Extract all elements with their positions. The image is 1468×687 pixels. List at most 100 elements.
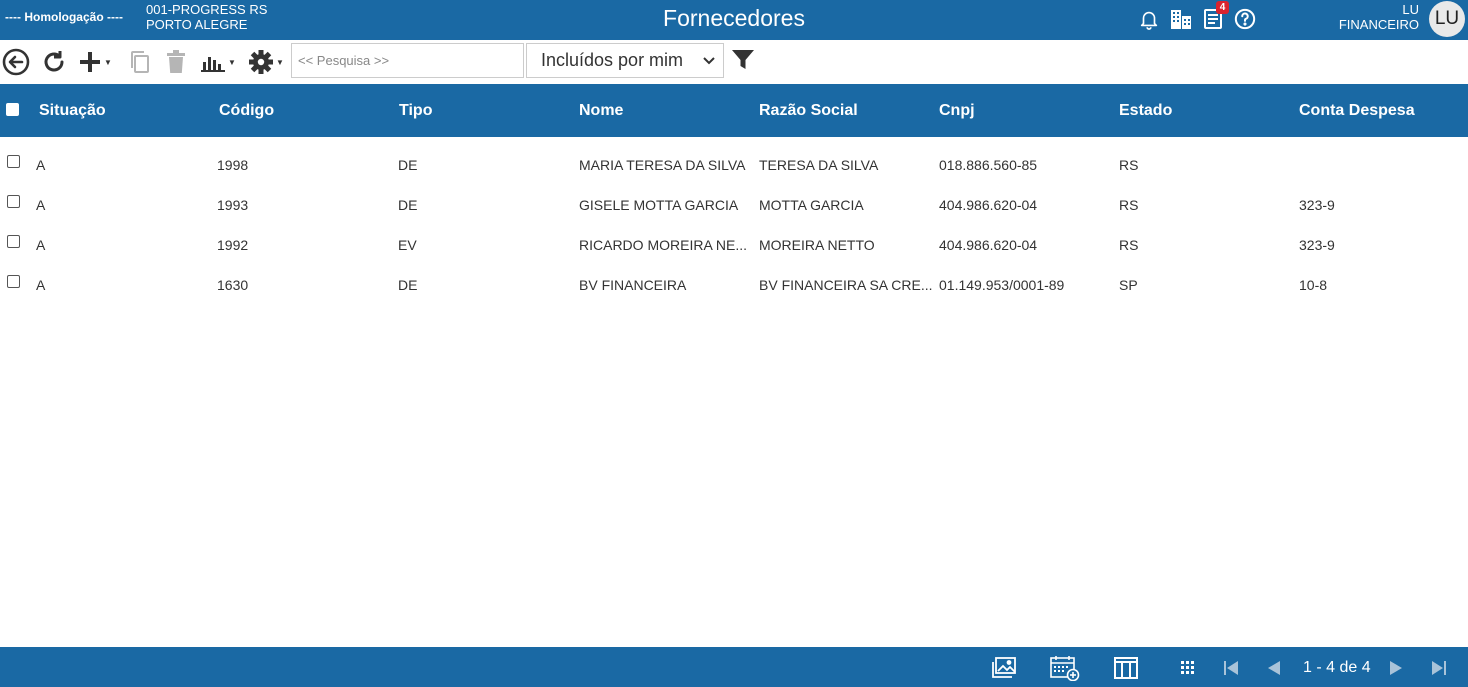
trash-icon <box>167 50 185 73</box>
column-header-estado[interactable]: Estado <box>1119 102 1172 120</box>
filter-select-value: Incluídos por mim <box>541 50 684 70</box>
user-role: FINANCEIRO <box>1338 17 1419 32</box>
table-row[interactable]: A 1993 DE GISELE MOTTA GARCIA MOTTA GARC… <box>0 183 1468 223</box>
prev-page-button[interactable] <box>1268 656 1280 680</box>
header-actions: 4 <box>1136 1 1258 32</box>
images-button[interactable] <box>991 656 1017 680</box>
row-checkbox[interactable] <box>7 195 20 208</box>
cell-codigo: 1993 <box>217 197 249 213</box>
first-page-button[interactable] <box>1224 656 1238 680</box>
cell-nome: RICARDO MOREIRA NE... <box>579 237 748 253</box>
buildings-icon[interactable] <box>1168 6 1194 32</box>
cell-situacao: A <box>36 157 46 173</box>
column-header-codigo[interactable]: Código <box>219 102 274 120</box>
cell-conta-despesa: 10-8 <box>1299 277 1328 293</box>
company-city: PORTO ALEGRE <box>146 17 248 32</box>
copy-button[interactable] <box>129 47 151 77</box>
row-checkbox[interactable] <box>7 275 20 288</box>
cell-razao-social: BV FINANCEIRA SA CRE... <box>759 277 933 293</box>
row-checkbox[interactable] <box>7 235 20 248</box>
columns-button[interactable] <box>1114 656 1138 680</box>
grid-icon <box>1181 661 1194 674</box>
user-info[interactable]: LU FINANCEIRO <box>1339 2 1419 32</box>
document-icon[interactable]: 4 <box>1200 1 1229 32</box>
toolbar: ▼ ▼ ▼ << Pesquisa >> Incluídos por mim <box>0 40 1468 84</box>
plus-icon <box>80 52 100 72</box>
last-page-icon <box>1432 661 1446 675</box>
cell-cnpj: 404.986.620-04 <box>939 197 1038 213</box>
company-info[interactable]: 001-PROGRESS RS PORTO ALEGRE <box>146 2 267 32</box>
cell-codigo: 1998 <box>217 157 249 173</box>
bell-icon[interactable] <box>1136 6 1162 32</box>
table-row[interactable]: A 1992 EV RICARDO MOREIRA NE... MOREIRA … <box>0 223 1468 263</box>
cell-tipo: DE <box>398 197 418 213</box>
calendar-add-icon <box>1050 656 1080 681</box>
cell-nome: BV FINANCEIRA <box>579 277 687 293</box>
next-page-button[interactable] <box>1390 656 1402 680</box>
delete-button[interactable] <box>165 47 187 77</box>
avatar[interactable]: LU <box>1429 1 1465 37</box>
cell-tipo: DE <box>398 157 418 173</box>
cell-estado: RS <box>1119 157 1139 173</box>
report-button[interactable]: ▼ <box>200 47 236 77</box>
settings-button[interactable]: ▼ <box>248 47 284 77</box>
column-header-cnpj[interactable]: Cnpj <box>939 102 975 120</box>
cell-cnpj: 404.986.620-04 <box>939 237 1038 253</box>
cell-codigo: 1992 <box>217 237 249 253</box>
app-header: ---- Homologação ---- 001-PROGRESS RS PO… <box>0 0 1468 40</box>
pagination-status: 1 - 4 de 4 <box>1303 659 1371 676</box>
calendar-add-button[interactable] <box>1050 656 1080 681</box>
add-button[interactable]: ▼ <box>78 47 112 77</box>
filter-select[interactable]: Incluídos por mim <box>526 43 724 78</box>
prev-page-icon <box>1268 661 1280 675</box>
cell-situacao: A <box>36 237 46 253</box>
images-icon <box>992 657 1016 678</box>
table-header: Situação Código Tipo Nome Razão Social C… <box>0 84 1468 137</box>
user-name: LU <box>1402 2 1419 17</box>
cell-razao-social: MOTTA GARCIA <box>759 197 864 213</box>
columns-icon <box>1114 657 1138 679</box>
column-header-conta-despesa[interactable]: Conta Despesa <box>1299 102 1415 120</box>
gear-icon <box>249 50 273 74</box>
cell-situacao: A <box>36 197 46 213</box>
cell-tipo: EV <box>398 237 417 253</box>
environment-label: ---- Homologação ---- <box>5 10 123 24</box>
cell-estado: RS <box>1119 237 1139 253</box>
footer-bar: 1 - 4 de 4 <box>0 647 1468 687</box>
cell-tipo: DE <box>398 277 418 293</box>
chevron-down-icon <box>703 56 715 64</box>
cell-estado: RS <box>1119 197 1139 213</box>
column-header-situacao[interactable]: Situação <box>39 102 106 120</box>
chevron-down-icon: ▼ <box>276 57 284 67</box>
cell-cnpj: 018.886.560-85 <box>939 157 1038 173</box>
row-checkbox[interactable] <box>7 155 20 168</box>
cell-estado: SP <box>1119 277 1138 293</box>
cell-conta-despesa: 323-9 <box>1299 237 1335 253</box>
chevron-down-icon: ▼ <box>104 57 112 67</box>
grid-button[interactable] <box>1180 656 1196 680</box>
company-name: 001-PROGRESS RS <box>146 2 268 17</box>
refresh-button[interactable] <box>41 47 67 77</box>
cell-razao-social: MOREIRA NETTO <box>759 237 875 253</box>
first-page-icon <box>1224 661 1238 675</box>
notification-badge: 4 <box>1216 1 1229 14</box>
column-header-nome[interactable]: Nome <box>579 102 623 120</box>
cell-conta-despesa: 323-9 <box>1299 197 1335 213</box>
cell-nome: MARIA TERESA DA SILVA <box>579 157 746 173</box>
table-row[interactable]: A 1630 DE BV FINANCEIRA BV FINANCEIRA SA… <box>0 263 1468 303</box>
search-input[interactable] <box>291 43 524 78</box>
last-page-button[interactable] <box>1432 656 1446 680</box>
column-header-tipo[interactable]: Tipo <box>399 102 432 120</box>
table-row[interactable]: A 1998 DE MARIA TERESA DA SILVA TERESA D… <box>0 143 1468 183</box>
select-all-checkbox[interactable] <box>6 103 19 116</box>
back-icon <box>2 48 30 76</box>
refresh-icon <box>44 51 64 72</box>
copy-icon <box>131 51 149 73</box>
help-icon[interactable] <box>1232 6 1258 32</box>
funnel-icon <box>732 50 754 69</box>
chart-icon <box>201 57 225 72</box>
cell-codigo: 1630 <box>217 277 249 293</box>
filter-button[interactable] <box>731 49 755 76</box>
back-button[interactable] <box>2 47 30 77</box>
column-header-razao-social[interactable]: Razão Social <box>759 102 858 120</box>
